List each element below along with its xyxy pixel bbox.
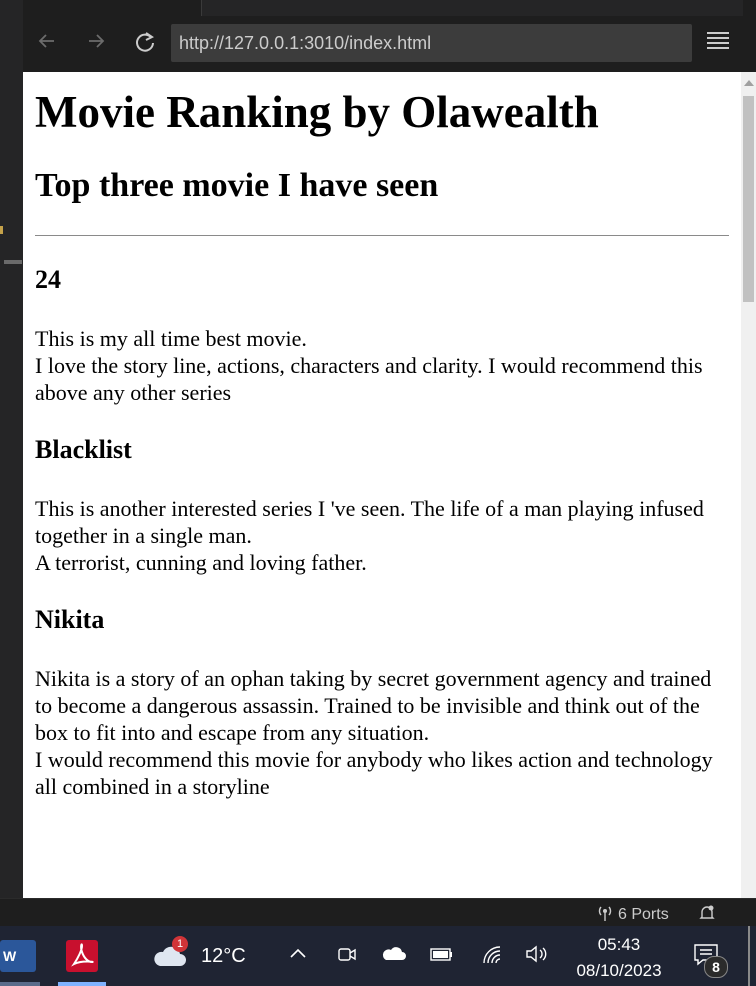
battery-button[interactable]: [429, 944, 455, 969]
browser-menu-button[interactable]: [707, 32, 729, 54]
movie-description: Nikita is a story of an ophan taking by …: [35, 666, 713, 799]
notification-count-badge: 8: [704, 956, 728, 978]
refresh-icon: [136, 32, 154, 52]
movie-description: This is another interested series I 've …: [35, 496, 704, 575]
status-bar: 6 Ports: [0, 898, 756, 926]
movie-title: 24: [35, 265, 61, 294]
action-center-button[interactable]: 8: [692, 942, 728, 978]
video-camera-icon: [338, 948, 356, 961]
clock-date: 08/10/2023: [576, 961, 662, 980]
arrow-left-icon: [38, 34, 54, 48]
bell-icon: [699, 905, 715, 919]
weather-alert-badge: 1: [172, 936, 188, 952]
weather-widget[interactable]: 1: [152, 936, 188, 970]
back-button[interactable]: [33, 30, 61, 58]
editor-side-strip: [0, 0, 23, 925]
movie-title: Nikita: [35, 605, 105, 634]
notifications-bell-button[interactable]: [698, 904, 716, 927]
clock[interactable]: 05:43 08/10/2023: [560, 932, 678, 984]
editor-tab[interactable]: [23, 0, 202, 16]
antenna-icon: [598, 906, 612, 921]
acrobat-icon: [71, 943, 94, 967]
movie-title: Blacklist: [35, 435, 132, 464]
chevron-up-icon: [290, 948, 306, 958]
temperature-label[interactable]: 12°C: [201, 945, 246, 968]
page-title: Movie Ranking by Olawealth: [35, 87, 599, 137]
show-desktop-button[interactable]: [748, 926, 750, 986]
editor-tab-strip: [23, 0, 743, 16]
onedrive-button[interactable]: [381, 944, 407, 969]
editor-marker: [0, 226, 3, 234]
editor-scroll-indicator: [4, 260, 22, 264]
ports-status[interactable]: 6 Ports: [596, 904, 669, 924]
app-running-indicator: [0, 982, 40, 986]
divider: [35, 235, 729, 236]
page-viewport: Movie Ranking by Olawealth Top three mov…: [23, 72, 741, 898]
scroll-up-icon[interactable]: [744, 80, 754, 86]
clock-time: 05:43: [597, 935, 641, 954]
url-input[interactable]: [171, 24, 692, 62]
show-hidden-icons-button[interactable]: [288, 944, 308, 969]
pdf-reader-icon[interactable]: [66, 940, 98, 972]
volume-button[interactable]: [525, 944, 549, 969]
page-scrollbar[interactable]: [741, 72, 756, 920]
page-content: Movie Ranking by Olawealth Top three mov…: [35, 72, 729, 800]
app-active-indicator: [58, 982, 106, 986]
meet-now-button[interactable]: [337, 944, 357, 969]
speaker-icon: [526, 945, 547, 963]
wifi-icon: [483, 946, 501, 964]
scrollbar-thumb[interactable]: [743, 96, 754, 302]
word-app-icon[interactable]: W: [0, 940, 36, 972]
wifi-button[interactable]: [481, 944, 503, 971]
arrow-right-icon: [89, 34, 105, 48]
movie-description: This is my all time best movie. I love th…: [35, 326, 703, 405]
battery-charging-icon: [430, 948, 452, 961]
onedrive-cloud-icon: [382, 947, 406, 960]
page-subtitle: Top three movie I have seen: [35, 167, 439, 204]
forward-button[interactable]: [82, 30, 110, 58]
reload-button[interactable]: [131, 30, 159, 58]
hamburger-icon: [707, 32, 729, 34]
browser-toolbar: [23, 16, 741, 72]
windows-taskbar: W 1 12°C 05:43 08/10/2023 8: [0, 926, 756, 986]
